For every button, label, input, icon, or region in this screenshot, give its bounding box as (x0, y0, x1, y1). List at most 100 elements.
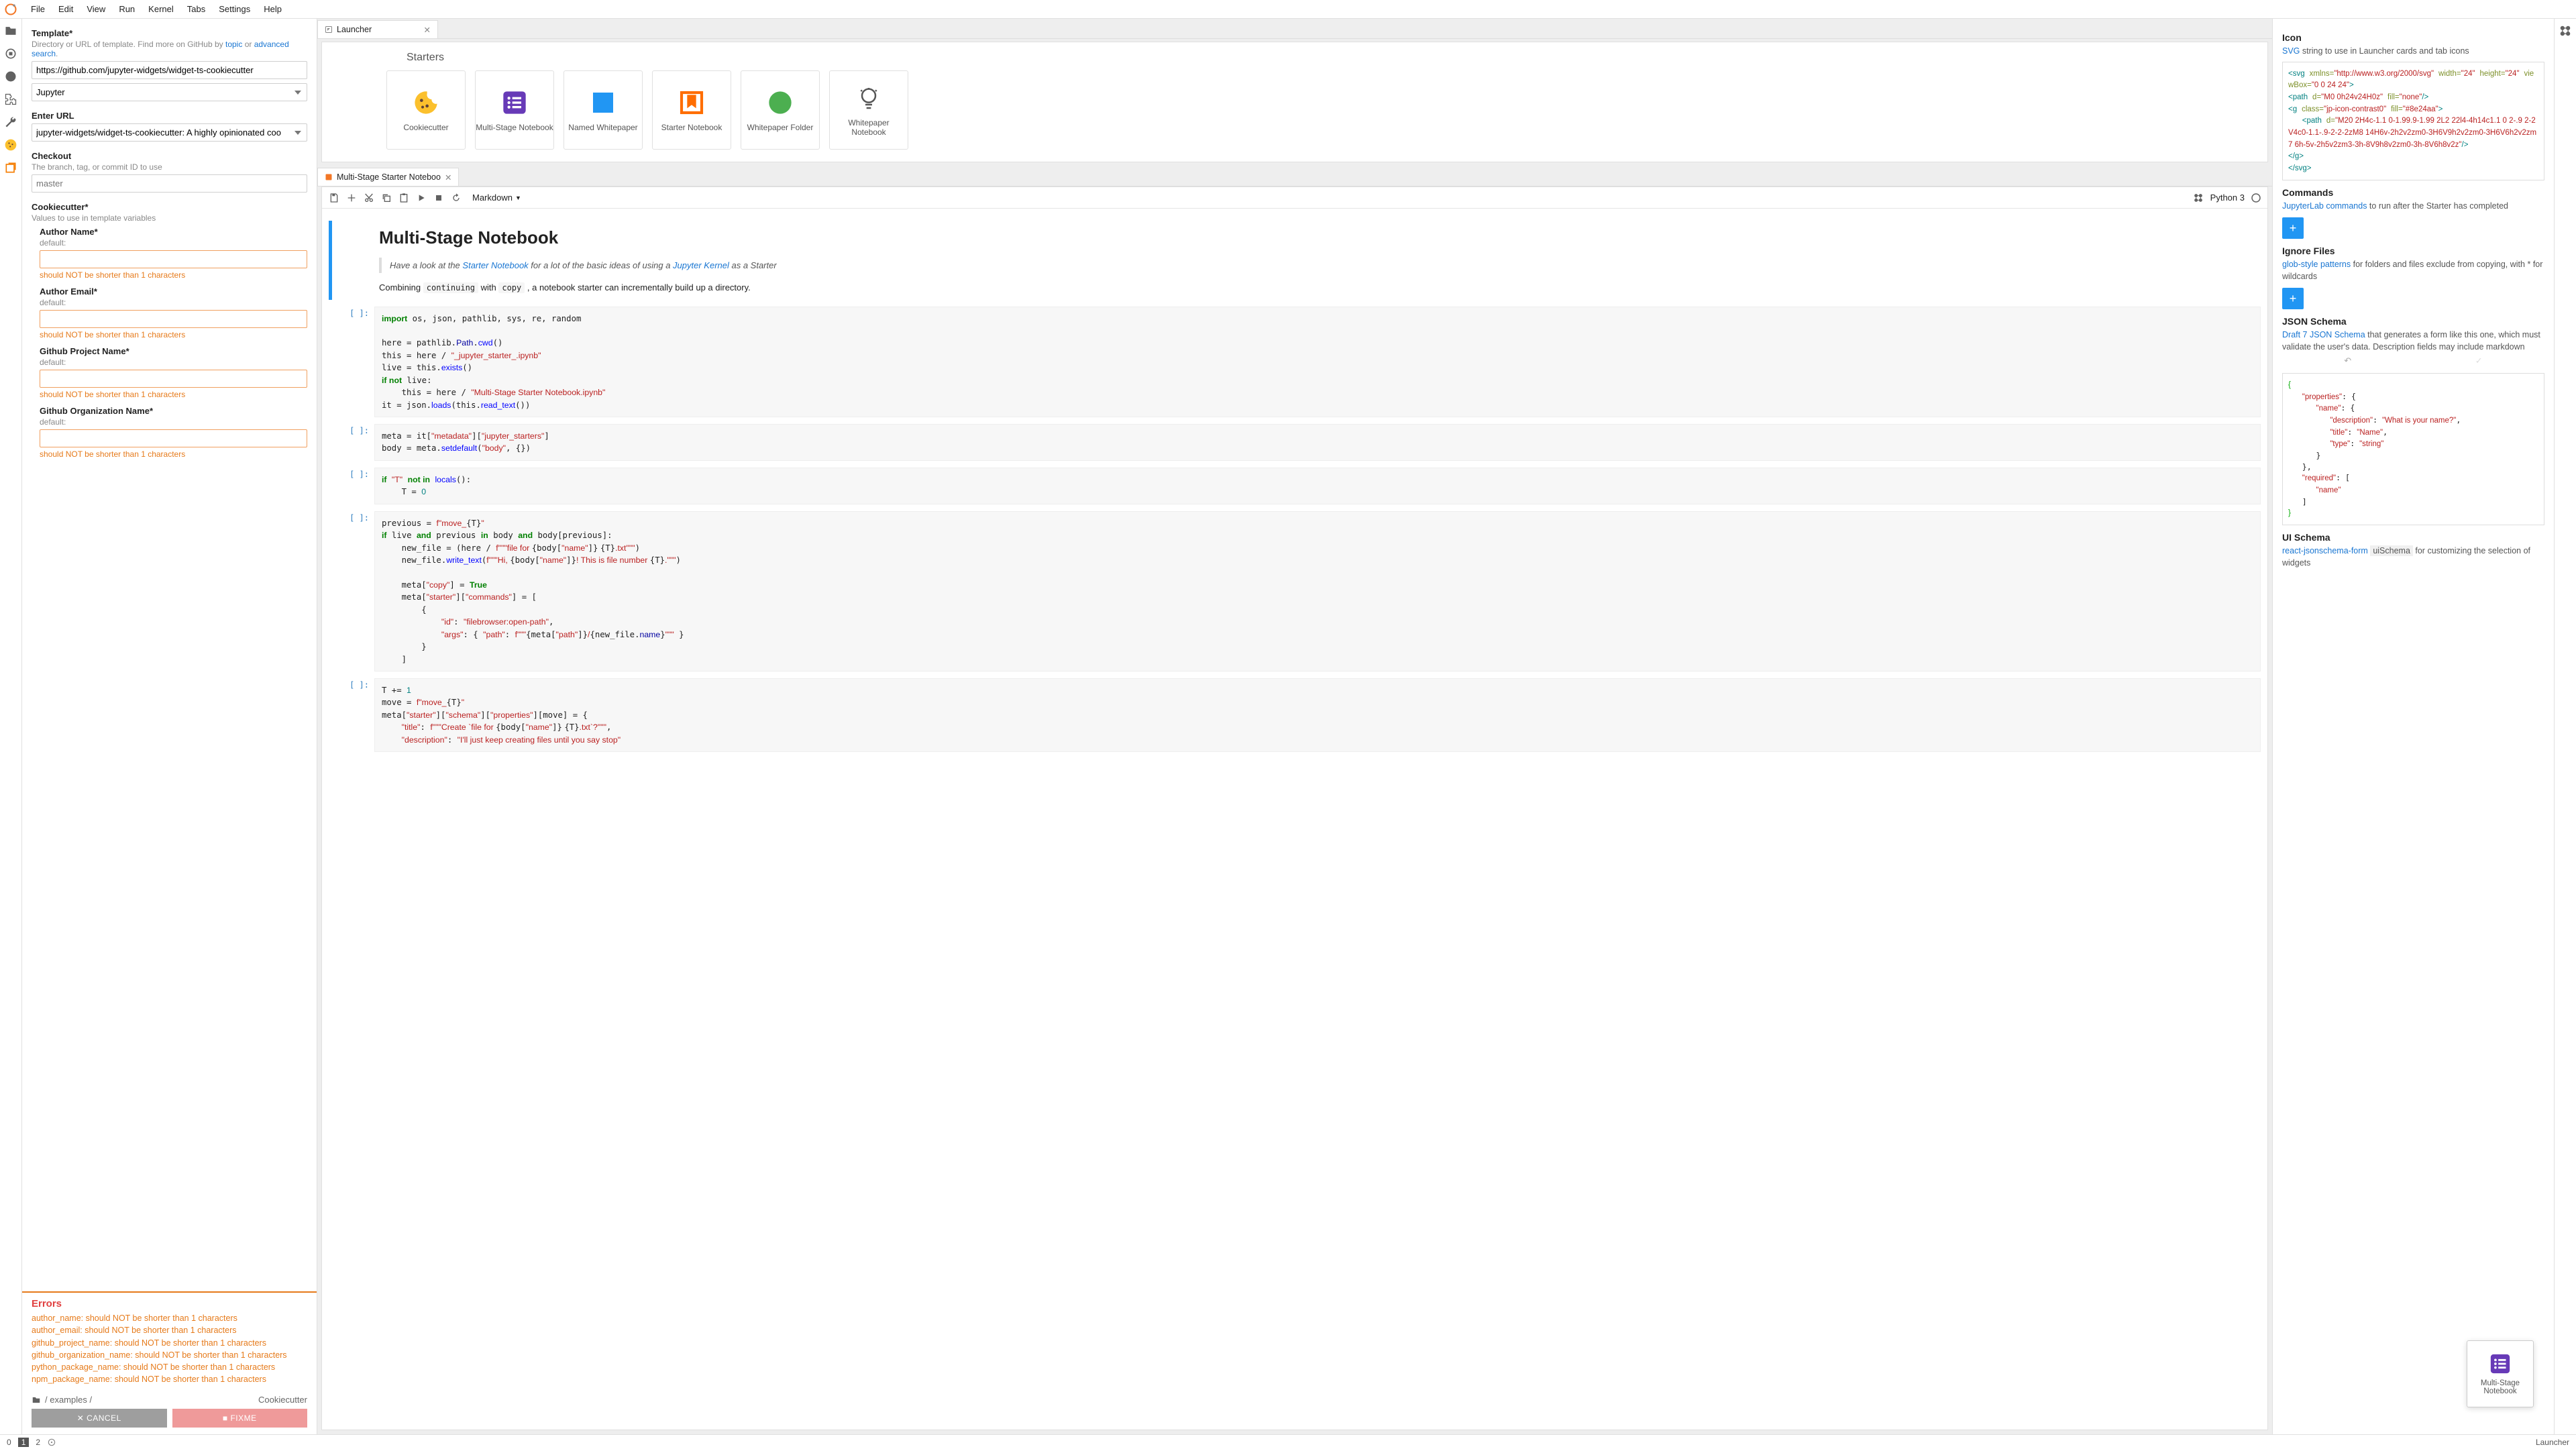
fixme-button[interactable]: ■ FIXME (172, 1409, 308, 1428)
running-icon[interactable] (4, 47, 17, 60)
celltype-select[interactable]: Markdown ▼ (468, 191, 525, 204)
status-0[interactable]: 0 (7, 1438, 11, 1447)
main-area: Launcher ✕ Starters Cookiecutter Multi-S… (317, 19, 2272, 1434)
menu-help[interactable]: Help (257, 1, 288, 17)
bookmark-icon (678, 89, 705, 116)
code-cell[interactable]: [ ]: meta = it["metadata"]["jupyter_star… (329, 424, 2261, 461)
add-ignore-button[interactable]: + (2282, 288, 2304, 309)
status-trust-icon[interactable] (47, 1438, 56, 1447)
left-sidebar (0, 19, 22, 1434)
card-whitepaper-notebook[interactable]: Whitepaper Notebook (829, 70, 908, 150)
url-select[interactable]: jupyter-widgets/widget-ts-cookiecutter: … (32, 123, 307, 142)
card-multistage[interactable]: Multi-Stage Notebook (475, 70, 554, 150)
drag-preview-card[interactable]: Multi-Stage Notebook (2467, 1340, 2534, 1407)
close-icon[interactable]: ✕ (445, 172, 451, 182)
card-named-whitepaper[interactable]: Named Whitepaper (564, 70, 643, 150)
author-email-error: should NOT be shorter than 1 characters (40, 330, 307, 339)
menu-file[interactable]: File (24, 1, 52, 17)
jupyter-kernel-link[interactable]: Jupyter Kernel (673, 260, 729, 270)
template-input[interactable] (32, 61, 307, 79)
commands-icon[interactable] (4, 70, 17, 83)
status-launcher[interactable]: Launcher (2536, 1438, 2569, 1447)
starter-icon[interactable] (2193, 193, 2204, 203)
github-org-input[interactable] (40, 429, 307, 447)
paste-icon[interactable] (398, 193, 409, 203)
card-whitepaper-folder[interactable]: Whitepaper Folder (741, 70, 820, 150)
cancel-button[interactable]: ✕ CANCEL (32, 1409, 167, 1428)
lightbulb-icon (855, 85, 882, 111)
code-cell[interactable]: [ ]: if "T" not in locals(): T = 0 (329, 468, 2261, 504)
cut-icon[interactable] (364, 193, 374, 203)
icon-svg-code[interactable]: <svg xmlns="http://www.w3.org/2000/svg" … (2282, 62, 2544, 180)
ignore-heading: Ignore Files (2282, 246, 2544, 256)
copy-icon[interactable] (381, 193, 392, 203)
jl-commands-link[interactable]: JupyterLab commands (2282, 201, 2367, 211)
template-label: Template* (32, 28, 307, 38)
starter-notebook-link[interactable]: Starter Notebook (462, 260, 528, 270)
author-email-input[interactable] (40, 310, 307, 328)
code-cell[interactable]: [ ]: import os, json, pathlib, sys, re, … (329, 307, 2261, 418)
undo-icon[interactable]: ↶ (2344, 356, 2351, 366)
restart-icon[interactable] (451, 193, 462, 203)
tabs-icon[interactable] (4, 161, 17, 174)
author-email-label: Author Email* (40, 286, 307, 297)
kernel-name[interactable]: Python 3 (2210, 193, 2245, 203)
menu-tabs[interactable]: Tabs (180, 1, 212, 17)
launcher-section: Starters (333, 49, 2257, 70)
folder-icon[interactable] (4, 24, 17, 38)
add-cell-icon[interactable] (346, 193, 357, 203)
breadcrumb-path[interactable]: / examples / (45, 1395, 92, 1405)
svg-link[interactable]: SVG (2282, 46, 2300, 56)
json-schema-code[interactable]: { "properties": { "name": { "description… (2282, 373, 2544, 525)
folder-icon (32, 1395, 41, 1405)
redo-icon[interactable]: ✓ (2475, 356, 2483, 366)
github-project-label: Github Project Name* (40, 346, 307, 356)
circle-icon (767, 89, 794, 116)
menu-run[interactable]: Run (112, 1, 142, 17)
github-project-input[interactable] (40, 370, 307, 388)
menu-view[interactable]: View (80, 1, 112, 17)
error-item: github_organization_name: should NOT be … (32, 1349, 307, 1361)
status-1[interactable]: 1 (18, 1438, 30, 1447)
commands-heading: Commands (2282, 187, 2544, 198)
topic-link[interactable]: topic (225, 40, 242, 49)
close-icon[interactable]: ✕ (424, 25, 431, 35)
stop-icon[interactable] (433, 193, 444, 203)
square-icon (590, 89, 616, 116)
notebook-body[interactable]: Multi-Stage Notebook Have a look at the … (322, 209, 2267, 1430)
checkout-input[interactable] (32, 174, 307, 193)
card-cookiecutter[interactable]: Cookiecutter (386, 70, 466, 150)
nb-paragraph: Combining continuing with copy , a noteb… (379, 281, 2247, 294)
rjsf-link[interactable]: react-jsonschema-form (2282, 546, 2368, 555)
template-select[interactable]: Jupyter (32, 83, 307, 101)
checkout-label: Checkout (32, 151, 307, 161)
run-icon[interactable] (416, 193, 427, 203)
save-icon[interactable] (329, 193, 339, 203)
extensions-icon[interactable] (4, 93, 17, 106)
author-name-label: Author Name* (40, 227, 307, 237)
nb-title: Multi-Stage Notebook (379, 227, 2247, 248)
draft7-link[interactable]: Draft 7 JSON Schema (2282, 330, 2365, 339)
starter-meta-icon[interactable] (2559, 24, 2572, 38)
code-cell[interactable]: [ ]: previous = f"move_{T}" if live and … (329, 511, 2261, 672)
author-name-error: should NOT be shorter than 1 characters (40, 270, 307, 280)
wrench-icon[interactable] (4, 115, 17, 129)
cookiecutter-icon[interactable] (4, 138, 17, 152)
launcher-tab[interactable]: Launcher ✕ (317, 20, 438, 38)
status-2[interactable]: 2 (36, 1438, 40, 1447)
launcher-tabbar: Launcher ✕ (317, 19, 2272, 39)
add-command-button[interactable]: + (2282, 217, 2304, 239)
markdown-cell[interactable]: Multi-Stage Notebook Have a look at the … (329, 221, 2261, 300)
menu-edit[interactable]: Edit (52, 1, 80, 17)
starter-meta-panel: Icon SVG string to use in Launcher cards… (2272, 19, 2554, 1434)
glob-link[interactable]: glob-style patterns (2282, 260, 2351, 269)
card-starter-notebook[interactable]: Starter Notebook (652, 70, 731, 150)
author-name-input[interactable] (40, 250, 307, 268)
menu-kernel[interactable]: Kernel (142, 1, 180, 17)
github-org-error: should NOT be shorter than 1 characters (40, 449, 307, 459)
github-org-label: Github Organization Name* (40, 406, 307, 416)
kernel-status-icon (2251, 193, 2261, 203)
menu-settings[interactable]: Settings (212, 1, 257, 17)
notebook-tab[interactable]: Multi-Stage Starter Noteboo ✕ (317, 168, 459, 186)
code-cell[interactable]: [ ]: T += 1 move = f"move_{T}" meta["sta… (329, 678, 2261, 752)
